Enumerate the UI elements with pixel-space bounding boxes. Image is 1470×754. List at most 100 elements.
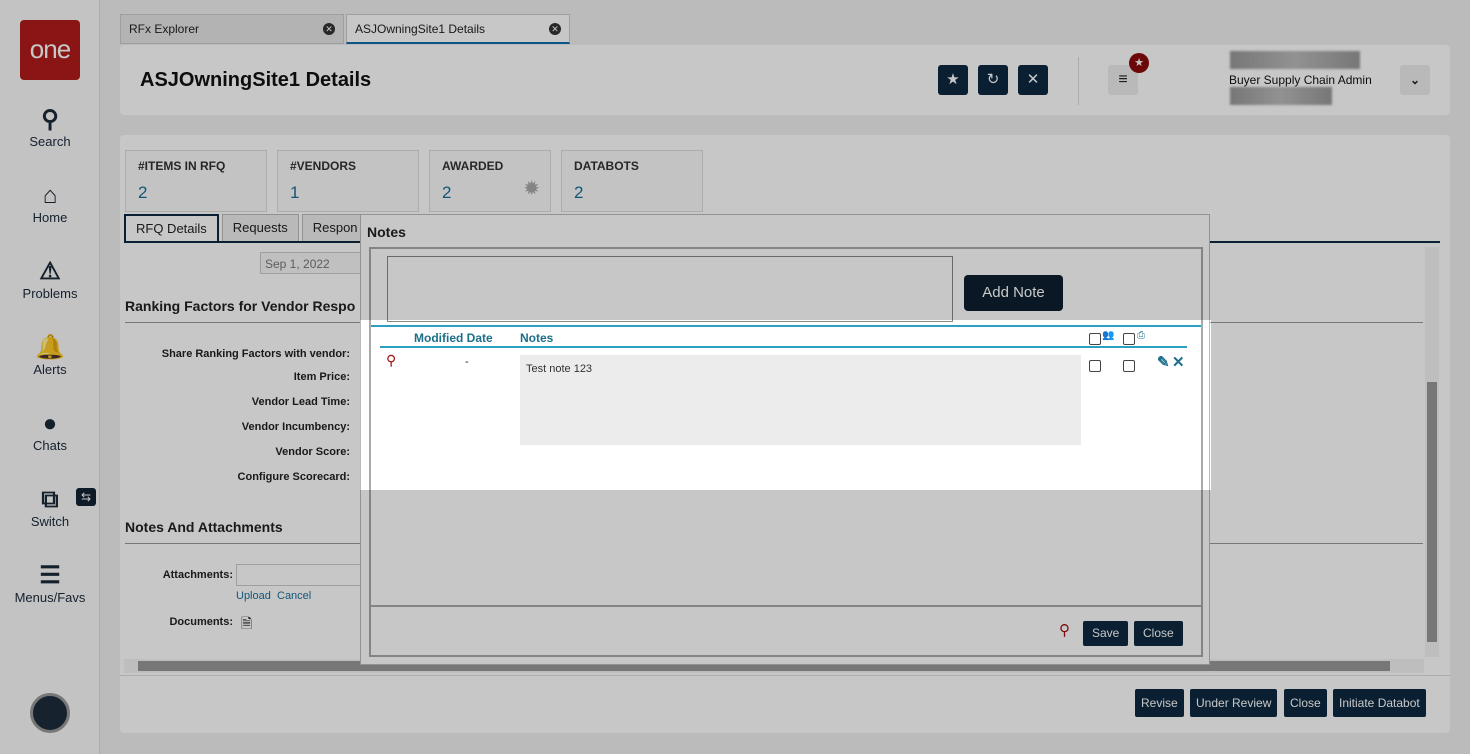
notes-section-title: Notes And Attachments [125,519,283,535]
card-label: DATABOTS [574,159,639,173]
column-notes: Notes [520,331,554,345]
share-checkbox[interactable] [1089,360,1101,372]
close-icon[interactable]: ✕ [323,23,335,35]
edit-icon[interactable]: ✎ [1157,353,1170,371]
redacted-org [1230,87,1332,105]
modified-date-value: - [465,356,469,368]
dialog-title: Notes [367,224,406,240]
print-checkbox[interactable] [1123,360,1135,372]
users-icon: 👥 [1102,330,1115,341]
upload-link[interactable]: Upload [236,590,271,602]
tab-label: RFx Explorer [129,22,200,36]
tab-rfq-details[interactable]: RFQ Details [124,214,219,242]
divider [120,675,1450,676]
home-icon: ⌂ [42,182,58,209]
card-awarded: AWARDED 2 ✹ [429,150,551,212]
close-button[interactable]: Close [1134,621,1183,646]
close-button[interactable]: Close [1284,689,1327,717]
close-icon[interactable]: ✕ [549,22,561,35]
card-vendors: #VENDORS 1 [277,150,419,212]
sidebar-item-label: Chats [33,438,67,453]
page-title: ASJOwningSite1 Details [140,69,372,91]
divider [371,325,1201,327]
note-textarea[interactable] [387,256,953,322]
expiry-date-input[interactable]: Sep 1, 2022 [260,252,370,274]
search-icon: ⚲ [41,106,59,133]
sidebar-item-home[interactable]: ⌂ Home [0,182,100,225]
card-label: AWARDED [442,159,504,173]
scorecard-label: Configure Scorecard: [237,471,350,483]
tab-bar: RFx Explorer ✕ ASJOwningSite1 Details ✕ [120,14,572,44]
warning-icon: ⚠ [39,258,61,285]
share-ranking-label: Share Ranking Factors with vendor: [161,348,350,360]
sidebar-item-search[interactable]: ⚲ Search [0,106,100,149]
chevron-down-icon: ⌄ [1409,73,1421,87]
user-role: Buyer Supply Chain Admin [1229,73,1372,87]
redacted-username [1230,51,1360,69]
sidebar-item-label: Alerts [33,362,67,377]
tab-label: ASJOwningSite1 Details [355,21,486,36]
refresh-icon: ↻ [986,71,1000,88]
column-modified-date: Modified Date [414,331,493,345]
refresh-button[interactable]: ↻ [978,65,1008,95]
attachments-input[interactable] [236,564,366,586]
attachments-label: Attachments: [162,569,233,581]
incumbency-label: Vendor Incumbency: [241,421,350,433]
delete-icon[interactable]: ✕ [1172,353,1185,371]
avatar[interactable] [30,693,70,733]
under-review-button[interactable]: Under Review [1190,689,1278,717]
card-items: #ITEMS IN RFQ 2 [125,150,267,212]
sidebar-item-problems[interactable]: ⚠ Problems [0,258,100,301]
switch-arrows-icon[interactable]: ⇆ [76,488,96,506]
card-label: #ITEMS IN RFQ [138,159,226,173]
tab-requests[interactable]: Requests [221,214,299,242]
ranking-section-title: Ranking Factors for Vendor Respo [125,298,356,314]
sidebar-item-label: Menus/Favs [14,590,86,605]
card-value[interactable]: 2 [138,183,254,203]
user-dropdown-button[interactable]: ⌄ [1400,65,1430,95]
note-text[interactable]: Test note 123 [520,355,1081,445]
scroll-thumb[interactable] [1427,382,1437,642]
card-label: #VENDORS [290,159,357,173]
dialog-body: Add Note Modified Date Notes 👥 ⎙ ⚲ - Tes… [369,247,1203,657]
menu-icon: ≡ [1118,71,1128,88]
favorite-button[interactable]: ★ [938,65,968,95]
revise-button[interactable]: Revise [1135,689,1184,717]
sidebar-item-chats[interactable]: ● Chats [0,410,100,453]
tab-responses[interactable]: Respon [301,214,369,242]
vendor-score-label: Vendor Score: [275,446,350,458]
close-icon: ✕ [1026,71,1040,88]
add-note-button[interactable]: Add Note [964,275,1063,311]
item-price-label: Item Price: [293,371,350,383]
card-value[interactable]: 2 [574,183,690,203]
divider [1078,57,1079,105]
page-header: ASJOwningSite1 Details ★ ↻ ✕ ≡ ★ Buyer S… [120,45,1450,115]
notes-dialog: Notes Add Note Modified Date Notes 👥 ⎙ ⚲… [360,214,1210,665]
sidebar: one ⚲ Search ⌂ Home ⚠ Problems 🔔 Alerts ● Cha… [0,0,100,754]
vertical-scrollbar[interactable] [1425,247,1439,657]
save-button[interactable]: Save [1083,621,1129,646]
sidebar-item-label: Problems [22,286,78,301]
star-icon: ★ [946,71,960,88]
note-history-icon[interactable]: ⚲ [386,352,396,369]
tab-details[interactable]: ASJOwningSite1 Details ✕ [346,14,570,44]
bell-icon: 🔔 [35,334,65,361]
sidebar-item-label: Search [29,134,71,149]
divider [380,346,1187,348]
rfq-tabs: RFQ Details Requests Respon [124,214,372,242]
document-icon[interactable]: 🗎 [241,613,252,637]
share-all-checkbox[interactable] [1089,333,1101,345]
divider [371,605,1201,607]
lead-time-label: Vendor Lead Time: [251,396,350,408]
documents-label: Documents: [169,616,233,628]
close-button[interactable]: ✕ [1018,65,1048,95]
card-value[interactable]: 1 [290,183,406,203]
cancel-link[interactable]: Cancel [277,590,311,602]
tab-rfx-explorer[interactable]: RFx Explorer ✕ [120,14,344,44]
initiate-databot-button[interactable]: Initiate Databot [1333,689,1426,717]
sidebar-item-alerts[interactable]: 🔔 Alerts [0,334,100,377]
note-history-icon[interactable]: ⚲ [1059,621,1070,639]
app-logo[interactable]: one [20,20,80,80]
card-databots: DATABOTS 2 [561,150,703,212]
print-all-checkbox[interactable] [1123,333,1135,345]
